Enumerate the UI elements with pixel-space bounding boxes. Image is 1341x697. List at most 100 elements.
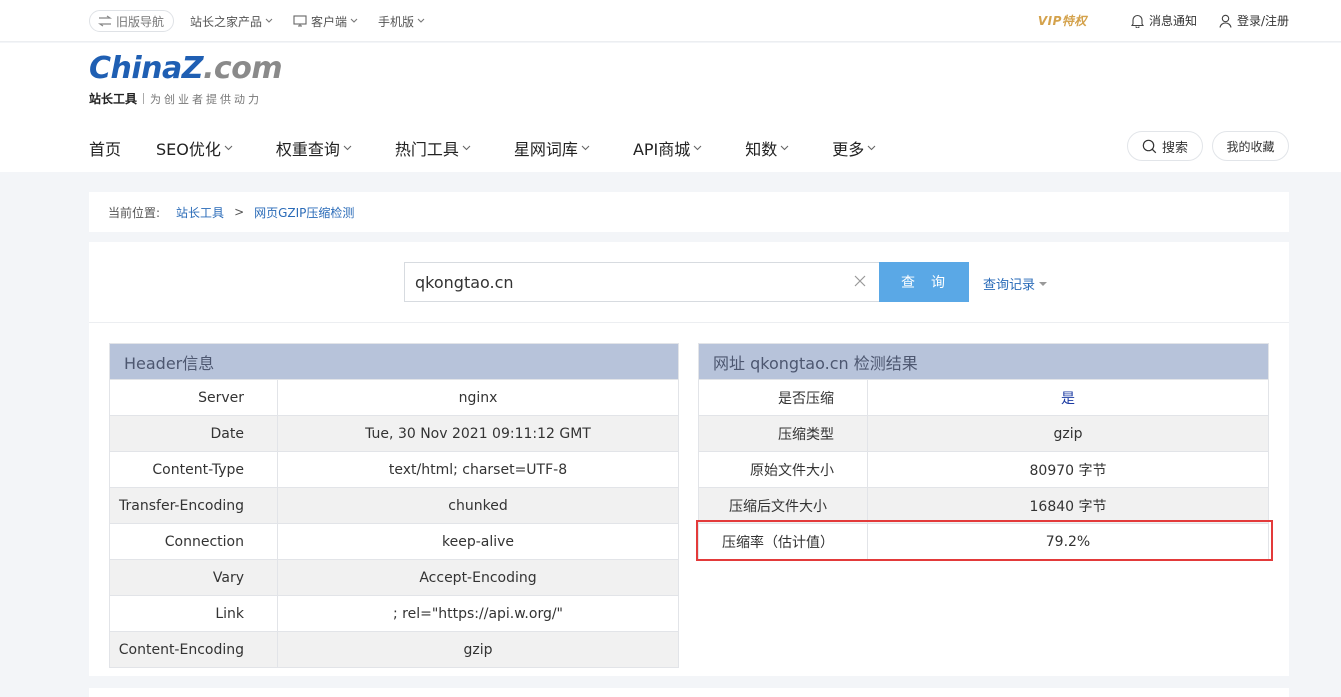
- bottom-strip: [89, 688, 1289, 697]
- login-link[interactable]: 登录/注册: [1219, 12, 1289, 29]
- row-key: Content-Encoding: [109, 631, 278, 668]
- table-row: 压缩后文件大小 16840 字节: [698, 487, 1269, 524]
- query-box: [404, 262, 880, 302]
- nav-item-home[interactable]: 首页: [89, 136, 121, 160]
- logo-wordmark: ChinaZ.com: [89, 51, 283, 86]
- chevron-down-icon: [265, 18, 273, 23]
- client-menu[interactable]: 客户端: [293, 13, 362, 30]
- table-row: 压缩率（估计值） 79.2%: [698, 523, 1269, 560]
- nav-item-hot-tools[interactable]: 热门工具: [395, 136, 471, 160]
- row-key: Server: [109, 379, 278, 416]
- main-panel: 查询 查询记录 Header信息 Servernginx DateTue, 30…: [89, 242, 1289, 676]
- table-row: 是否压缩是: [698, 379, 1269, 416]
- row-value: nginx: [277, 379, 679, 416]
- mobile-menu[interactable]: 手机版: [378, 13, 429, 30]
- site-header: ChinaZ.com 站长工具 为创业者提供动力 首页 SEO优化 权重查询 热…: [0, 43, 1341, 172]
- table-row: Content-Encoding gzip: [109, 631, 679, 668]
- nav-item-zhishu[interactable]: 知数: [745, 136, 789, 160]
- row-key: Vary: [109, 559, 278, 596]
- chevron-down-icon: [350, 18, 358, 23]
- logo-sub-title: 站长工具: [89, 92, 138, 106]
- row-value: ; rel="https://api.w.org/": [277, 595, 679, 632]
- row-key: 压缩后文件大小: [698, 487, 868, 524]
- table-row: Link; rel="https://api.w.org/": [109, 595, 679, 632]
- mobile-label: 手机版: [378, 14, 415, 29]
- row-value: chunked: [277, 487, 679, 524]
- chevron-down-icon: [224, 145, 233, 151]
- search-icon: [1142, 139, 1157, 153]
- row-key: Content-Type: [109, 451, 278, 488]
- products-menu[interactable]: 站长之家产品: [190, 13, 277, 30]
- chevron-down-icon: [693, 145, 702, 151]
- breadcrumb-current-link[interactable]: 网页GZIP压缩检测: [254, 204, 354, 221]
- panel-divider: [89, 322, 1289, 323]
- query-history-link[interactable]: 查询记录: [983, 274, 1048, 293]
- url-input[interactable]: [405, 263, 835, 301]
- row-value: gzip: [277, 631, 679, 668]
- row-value: 16840 字节: [867, 487, 1269, 524]
- table-row: Connection keep-alive: [109, 523, 679, 560]
- notify-link[interactable]: 消息通知: [1130, 12, 1197, 29]
- bell-icon: [1130, 14, 1144, 28]
- table-row: 原始文件大小 80970 字节: [698, 451, 1269, 488]
- table-row: Server nginx: [109, 379, 679, 416]
- table-row: Transfer-Encoding chunked: [109, 487, 679, 524]
- table-row: Date Tue, 30 Nov 2021 09:11:12 GMT: [109, 415, 679, 452]
- favorites-button[interactable]: 我的收藏: [1212, 131, 1289, 161]
- clear-icon[interactable]: [853, 274, 867, 288]
- chevron-down-icon: [462, 145, 471, 151]
- row-key: 压缩率（估计值）: [698, 523, 868, 560]
- breadcrumb: 当前位置: 站长工具 > 网页GZIP压缩检测: [89, 192, 1289, 232]
- header-info-table: Header信息 Server nginx Date Tue, 30 Nov 202…: [109, 343, 679, 668]
- logo-slogan: 为创业者提供动力: [150, 92, 263, 106]
- nav-item-weight[interactable]: 权重查询: [276, 136, 352, 160]
- chevron-down-icon: [780, 145, 789, 151]
- row-value: gzip: [867, 415, 1269, 452]
- row-value: 80970 字节: [867, 451, 1269, 488]
- row-value: text/html; charset=UTF-8: [277, 451, 679, 488]
- search-label: 搜索: [1161, 140, 1188, 156]
- chevron-down-icon: [581, 145, 590, 151]
- chevron-down-icon: [343, 145, 352, 151]
- row-key: 原始文件大小: [698, 451, 868, 488]
- user-icon: [1219, 14, 1232, 28]
- caret-down-icon: [1039, 281, 1048, 286]
- table-row: Vary Accept-Encoding: [109, 559, 679, 596]
- row-value: keep-alive: [277, 523, 679, 560]
- header-search-button[interactable]: 搜索: [1127, 131, 1203, 161]
- site-logo[interactable]: ChinaZ.com 站长工具 为创业者提供动力: [89, 51, 283, 107]
- logo-divider: [143, 93, 145, 104]
- nav-item-more[interactable]: 更多: [832, 136, 876, 160]
- row-value: 79.2%: [867, 523, 1269, 560]
- query-history-label: 查询记录: [983, 278, 1036, 293]
- top-bar-left: 旧版导航 站长之家产品 客户端 手机版: [89, 10, 445, 32]
- result-title: 网址 qkongtao.cn 检测结果: [698, 343, 1269, 380]
- nav-item-api[interactable]: API商城: [633, 136, 702, 160]
- main-nav: 首页 SEO优化 权重查询 热门工具 星网词库 API商城 知数 更多: [89, 136, 876, 160]
- top-bar: 旧版导航 站长之家产品 客户端 手机版 VIP特权 消息通知 登录/注册: [0, 0, 1341, 42]
- row-key: Connection: [109, 523, 278, 560]
- query-button[interactable]: 查询: [879, 262, 969, 302]
- nav-item-words[interactable]: 星网词库: [514, 136, 590, 160]
- row-value: Tue, 30 Nov 2021 09:11:12 GMT: [277, 415, 679, 452]
- header-info-title: Header信息: [109, 343, 679, 380]
- table-row: Content-Type text/html; charset=UTF-8: [109, 451, 679, 488]
- vip-link[interactable]: VIP特权: [1038, 12, 1087, 29]
- swap-icon: [98, 15, 112, 27]
- breadcrumb-tools-link[interactable]: 站长工具: [176, 204, 224, 221]
- row-key: Link: [109, 595, 278, 632]
- monitor-icon: [293, 15, 307, 27]
- products-label: 站长之家产品: [190, 14, 263, 29]
- favorites-label: 我的收藏: [1226, 139, 1275, 154]
- old-nav-button[interactable]: 旧版导航: [89, 10, 175, 32]
- notify-label: 消息通知: [1148, 14, 1197, 28]
- table-row: 压缩类型 gzip: [698, 415, 1269, 452]
- row-value: 是: [867, 379, 1269, 416]
- nav-item-seo[interactable]: SEO优化: [156, 136, 233, 160]
- row-key: 压缩类型: [698, 415, 868, 452]
- client-label: 客户端: [311, 14, 348, 29]
- login-label: 登录/注册: [1236, 14, 1289, 28]
- old-nav-label: 旧版导航: [116, 14, 165, 29]
- chevron-down-icon: [867, 145, 876, 151]
- breadcrumb-separator: >: [234, 205, 245, 219]
